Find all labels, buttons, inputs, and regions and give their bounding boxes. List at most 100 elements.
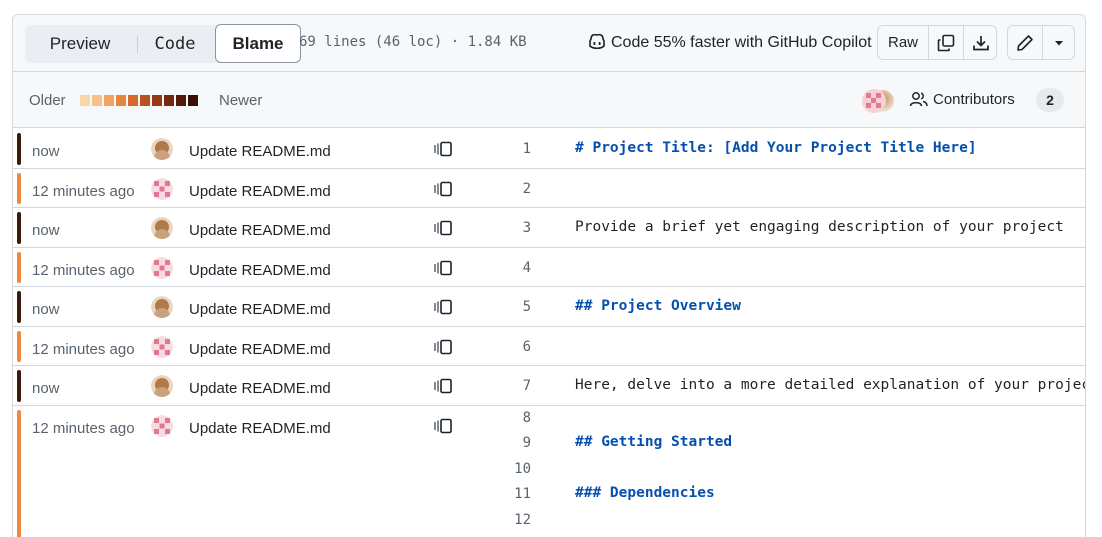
versions-icon [434, 181, 452, 196]
contributor-avatars[interactable] [861, 88, 897, 114]
line-number[interactable]: 11 [493, 486, 531, 502]
reblame-button[interactable] [431, 377, 455, 395]
commit-message-link[interactable]: Update README.md [189, 143, 331, 160]
commit-message-link[interactable]: Update README.md [189, 420, 331, 437]
copy-raw-button[interactable] [929, 26, 963, 59]
author-avatar[interactable] [151, 256, 173, 279]
reblame-button[interactable] [431, 180, 455, 198]
age-scale-swatch [128, 95, 138, 106]
commit-age: now [32, 301, 60, 318]
blame-row: now Update README.md 7 Here, delve into a m… [13, 366, 1085, 406]
line-number[interactable]: 3 [493, 220, 531, 236]
line-number[interactable]: 6 [493, 339, 531, 355]
blame-row: now Update README.md 1 # Project Title: [Ad… [13, 129, 1085, 169]
people-icon [909, 92, 928, 107]
commit-message-link[interactable]: Update README.md [189, 380, 331, 397]
author-avatar[interactable] [151, 296, 173, 318]
commit-age-bar [17, 251, 21, 283]
blame-row: 12 minutes ago Update README.md 8 9 ## Getti… [13, 406, 1085, 537]
raw-copy-download-group: Raw [877, 25, 997, 60]
copilot-promo-text: Code 55% faster with GitHub Copilot [611, 34, 872, 51]
age-color-scale [80, 95, 198, 106]
code-line: Here, delve into a more detailed explana… [575, 377, 1086, 393]
code-line: ## Getting Started [575, 434, 733, 450]
line-number[interactable]: 9 [493, 435, 531, 451]
line-number[interactable]: 8 [493, 410, 531, 426]
commit-age: 12 minutes ago [32, 182, 135, 200]
file-toolbar: Preview Code Blame 69 lines (46 loc) · 1… [13, 15, 1085, 72]
versions-icon [434, 220, 452, 236]
author-avatar[interactable] [151, 217, 173, 239]
reblame-button[interactable] [431, 219, 455, 237]
author-avatar[interactable] [151, 177, 173, 200]
reblame-button[interactable] [431, 140, 455, 158]
blame-row: now Update README.md 3 Provide a brief yet … [13, 208, 1085, 248]
commit-age: 12 minutes ago [32, 340, 135, 358]
commit-age-bar [17, 370, 21, 402]
line-number[interactable]: 4 [493, 260, 531, 276]
versions-icon [434, 299, 452, 315]
download-icon [972, 35, 989, 50]
code-line: ### Dependencies [575, 485, 715, 501]
tab-code[interactable]: Code [139, 25, 211, 63]
blame-view: Preview Code Blame 69 lines (46 loc) · 1… [12, 14, 1086, 537]
commit-age: now [32, 222, 60, 239]
contributors-button[interactable]: Contributors [909, 91, 1015, 108]
commit-message-link[interactable]: Update README.md [189, 341, 331, 358]
commit-message-link[interactable]: Update README.md [189, 301, 331, 318]
commit-message-link[interactable]: Update README.md [189, 183, 331, 200]
line-number[interactable]: 1 [493, 141, 531, 157]
code-line: # Project Title: [Add Your Project Title… [575, 140, 977, 156]
legend-older-label: Older [29, 92, 66, 109]
commit-age-bar [17, 212, 21, 244]
edit-group [1007, 25, 1075, 60]
author-avatar[interactable] [151, 414, 173, 437]
download-button[interactable] [964, 26, 997, 59]
tab-divider [137, 36, 138, 53]
commit-message-link[interactable]: Update README.md [189, 222, 331, 239]
tab-preview[interactable]: Preview [25, 25, 135, 63]
triangle-down-icon [1054, 40, 1063, 45]
line-number[interactable]: 12 [493, 512, 531, 528]
code-line: Provide a brief yet engaging description… [575, 219, 1064, 235]
commit-age-bar [17, 133, 21, 165]
blame-row: 12 minutes ago Update README.md 4 [13, 248, 1085, 287]
reblame-button[interactable] [431, 417, 455, 435]
contributors-count-badge: 2 [1036, 88, 1064, 112]
versions-icon [434, 418, 452, 433]
contributors-label: Contributors [933, 91, 1015, 108]
author-avatar[interactable] [151, 335, 173, 358]
blame-row: 12 minutes ago Update README.md 2 [13, 169, 1085, 208]
author-avatar[interactable] [151, 375, 173, 397]
edit-options-button[interactable] [1043, 26, 1074, 59]
commit-age-bar [17, 291, 21, 323]
raw-button[interactable]: Raw [878, 26, 928, 59]
file-info: 69 lines (46 loc) · 1.84 KB [299, 34, 527, 50]
legend-newer-label: Newer [219, 92, 263, 109]
commit-age: 12 minutes ago [32, 419, 135, 437]
reblame-button[interactable] [431, 259, 455, 277]
age-scale-swatch [92, 95, 102, 106]
versions-icon [434, 339, 452, 354]
line-number[interactable]: 2 [493, 181, 531, 197]
commit-message-link[interactable]: Update README.md [189, 262, 331, 279]
age-scale-swatch [140, 95, 150, 106]
age-scale-swatch [176, 95, 186, 106]
edit-file-button[interactable] [1008, 26, 1042, 59]
age-scale-swatch [80, 95, 90, 106]
author-avatar[interactable] [151, 138, 173, 160]
reblame-button[interactable] [431, 298, 455, 316]
line-number[interactable]: 10 [493, 461, 531, 477]
line-number[interactable]: 7 [493, 378, 531, 394]
line-number[interactable]: 5 [493, 299, 531, 315]
copilot-promo-link[interactable]: Code 55% faster with GitHub Copilot [587, 32, 875, 52]
blame-age-legend: Older Newer Contributors 2 [13, 72, 1085, 128]
commit-age-bar [17, 409, 21, 537]
versions-icon [434, 260, 452, 275]
tab-blame[interactable]: Blame [215, 24, 301, 63]
age-scale-swatch [116, 95, 126, 106]
commit-age-bar [17, 172, 21, 204]
reblame-button[interactable] [431, 338, 455, 356]
blame-row: 12 minutes ago Update README.md 6 [13, 327, 1085, 366]
age-scale-swatch [188, 95, 198, 106]
